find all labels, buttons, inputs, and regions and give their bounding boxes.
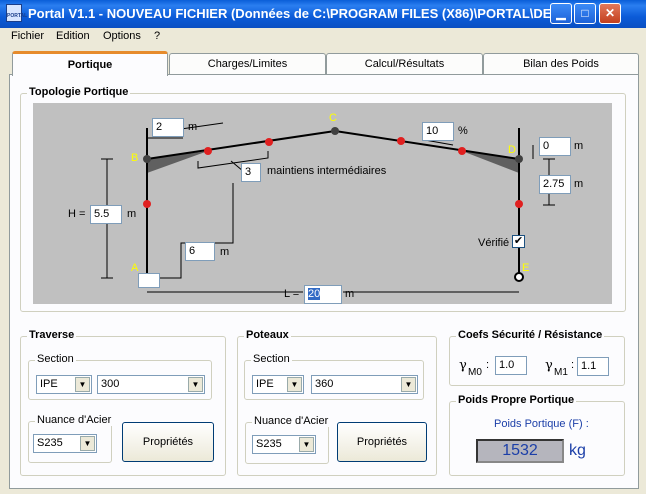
traverse-section-type-value: IPE: [40, 378, 58, 390]
traverse-title: Traverse: [27, 329, 77, 341]
frame-drawing: A B C D E: [101, 112, 555, 293]
length-unit: m: [345, 288, 355, 300]
height-input[interactable]: 5.5: [90, 205, 122, 224]
right-mid-unit: m: [574, 178, 584, 190]
poids-title: Poids Propre Portique: [456, 394, 577, 406]
traverse-section-type-select[interactable]: IPE ▼: [36, 375, 92, 394]
support-e: [514, 272, 524, 282]
traverse-nuance-select[interactable]: S235 ▼: [33, 434, 97, 453]
right-top-input[interactable]: 0: [539, 137, 571, 156]
offset-left-input[interactable]: 2: [152, 118, 184, 137]
length-value: 20: [308, 288, 321, 300]
gamma-m1-sep: :: [571, 359, 575, 371]
chevron-down-icon[interactable]: ▼: [80, 436, 95, 451]
poids-label: Poids Portique (F) :: [494, 418, 589, 430]
dim-lower-leader: [147, 183, 234, 279]
gamma-m1-input[interactable]: 1.1: [577, 357, 609, 376]
chevron-down-icon[interactable]: ▼: [287, 377, 302, 392]
traverse-properties-button[interactable]: Propriétés: [122, 422, 214, 462]
maintiens-label: maintiens intermédiaires: [267, 165, 387, 177]
traverse-section-size-value: 300: [101, 378, 120, 390]
traverse-section-size-select[interactable]: 300 ▼: [97, 375, 205, 394]
chevron-down-icon[interactable]: ▼: [188, 377, 203, 392]
gamma-m1-sub: M1: [554, 367, 568, 378]
node-maintien-1: [204, 147, 212, 155]
lower-length-unit: m: [220, 246, 230, 258]
node-maintien-4: [458, 147, 466, 155]
gamma-m0-sep: :: [486, 359, 490, 371]
slope-input[interactable]: 10: [422, 122, 454, 141]
poteaux-section-title: Section: [251, 353, 292, 365]
height-label: H =: [68, 208, 86, 220]
label-d: D: [508, 144, 516, 156]
portal-diagram: A B C D E: [33, 103, 612, 304]
poteaux-nuance-title: Nuance d'Acier: [252, 415, 331, 427]
lower-length-input[interactable]: 6: [185, 242, 215, 261]
node-b: [143, 155, 151, 163]
node-c: [331, 127, 339, 135]
verifie-checkbox[interactable]: ✔: [512, 235, 525, 248]
support-a-input[interactable]: [138, 273, 160, 288]
poteaux-nuance-select[interactable]: S235 ▼: [252, 435, 316, 454]
label-c: C: [329, 112, 337, 124]
traverse-section-title: Section: [35, 353, 76, 365]
gamma-m0-input[interactable]: 1.0: [495, 356, 527, 375]
label-e: E: [522, 262, 529, 274]
offset-left-unit: m: [188, 121, 198, 133]
node-d: [515, 155, 523, 163]
gamma-m0-sub: M0: [468, 367, 482, 378]
chevron-down-icon[interactable]: ▼: [299, 437, 314, 452]
coefs-title: Coefs Sécurité / Résistance: [456, 329, 605, 341]
poteaux-section-size-value: 360: [315, 378, 334, 390]
node-maintien-2: [265, 138, 273, 146]
chevron-down-icon[interactable]: ▼: [75, 377, 90, 392]
node-column-left: [143, 200, 151, 208]
gamma-m1-symbol: γ: [545, 358, 553, 373]
verifie-label: Vérifié: [478, 237, 510, 249]
slope-unit: %: [458, 125, 468, 137]
poteaux-section-size-select[interactable]: 360 ▼: [311, 375, 418, 394]
length-input[interactable]: 20: [304, 285, 342, 304]
traverse-nuance-value: S235: [37, 437, 63, 449]
length-label: L =: [284, 288, 300, 300]
node-maintien-3: [397, 137, 405, 145]
poteaux-nuance-value: S235: [256, 438, 282, 450]
right-top-unit: m: [574, 140, 584, 152]
poteaux-properties-button[interactable]: Propriétés: [337, 422, 427, 462]
height-unit: m: [127, 208, 137, 220]
maintiens-input[interactable]: 3: [241, 163, 261, 182]
node-column-right: [515, 200, 523, 208]
poids-unit: kg: [569, 442, 586, 459]
poids-value: 1532: [476, 439, 564, 463]
topology-title: Topologie Portique: [27, 86, 131, 98]
traverse-nuance-title: Nuance d'Acier: [35, 414, 114, 426]
right-mid-input[interactable]: 2.75: [539, 175, 571, 194]
poteaux-section-type-select[interactable]: IPE ▼: [252, 375, 304, 394]
poteaux-section-type-value: IPE: [256, 378, 274, 390]
label-b: B: [131, 152, 138, 164]
poteaux-title: Poteaux: [244, 329, 291, 341]
gamma-m0-symbol: γ: [459, 358, 467, 373]
chevron-down-icon[interactable]: ▼: [401, 377, 416, 392]
